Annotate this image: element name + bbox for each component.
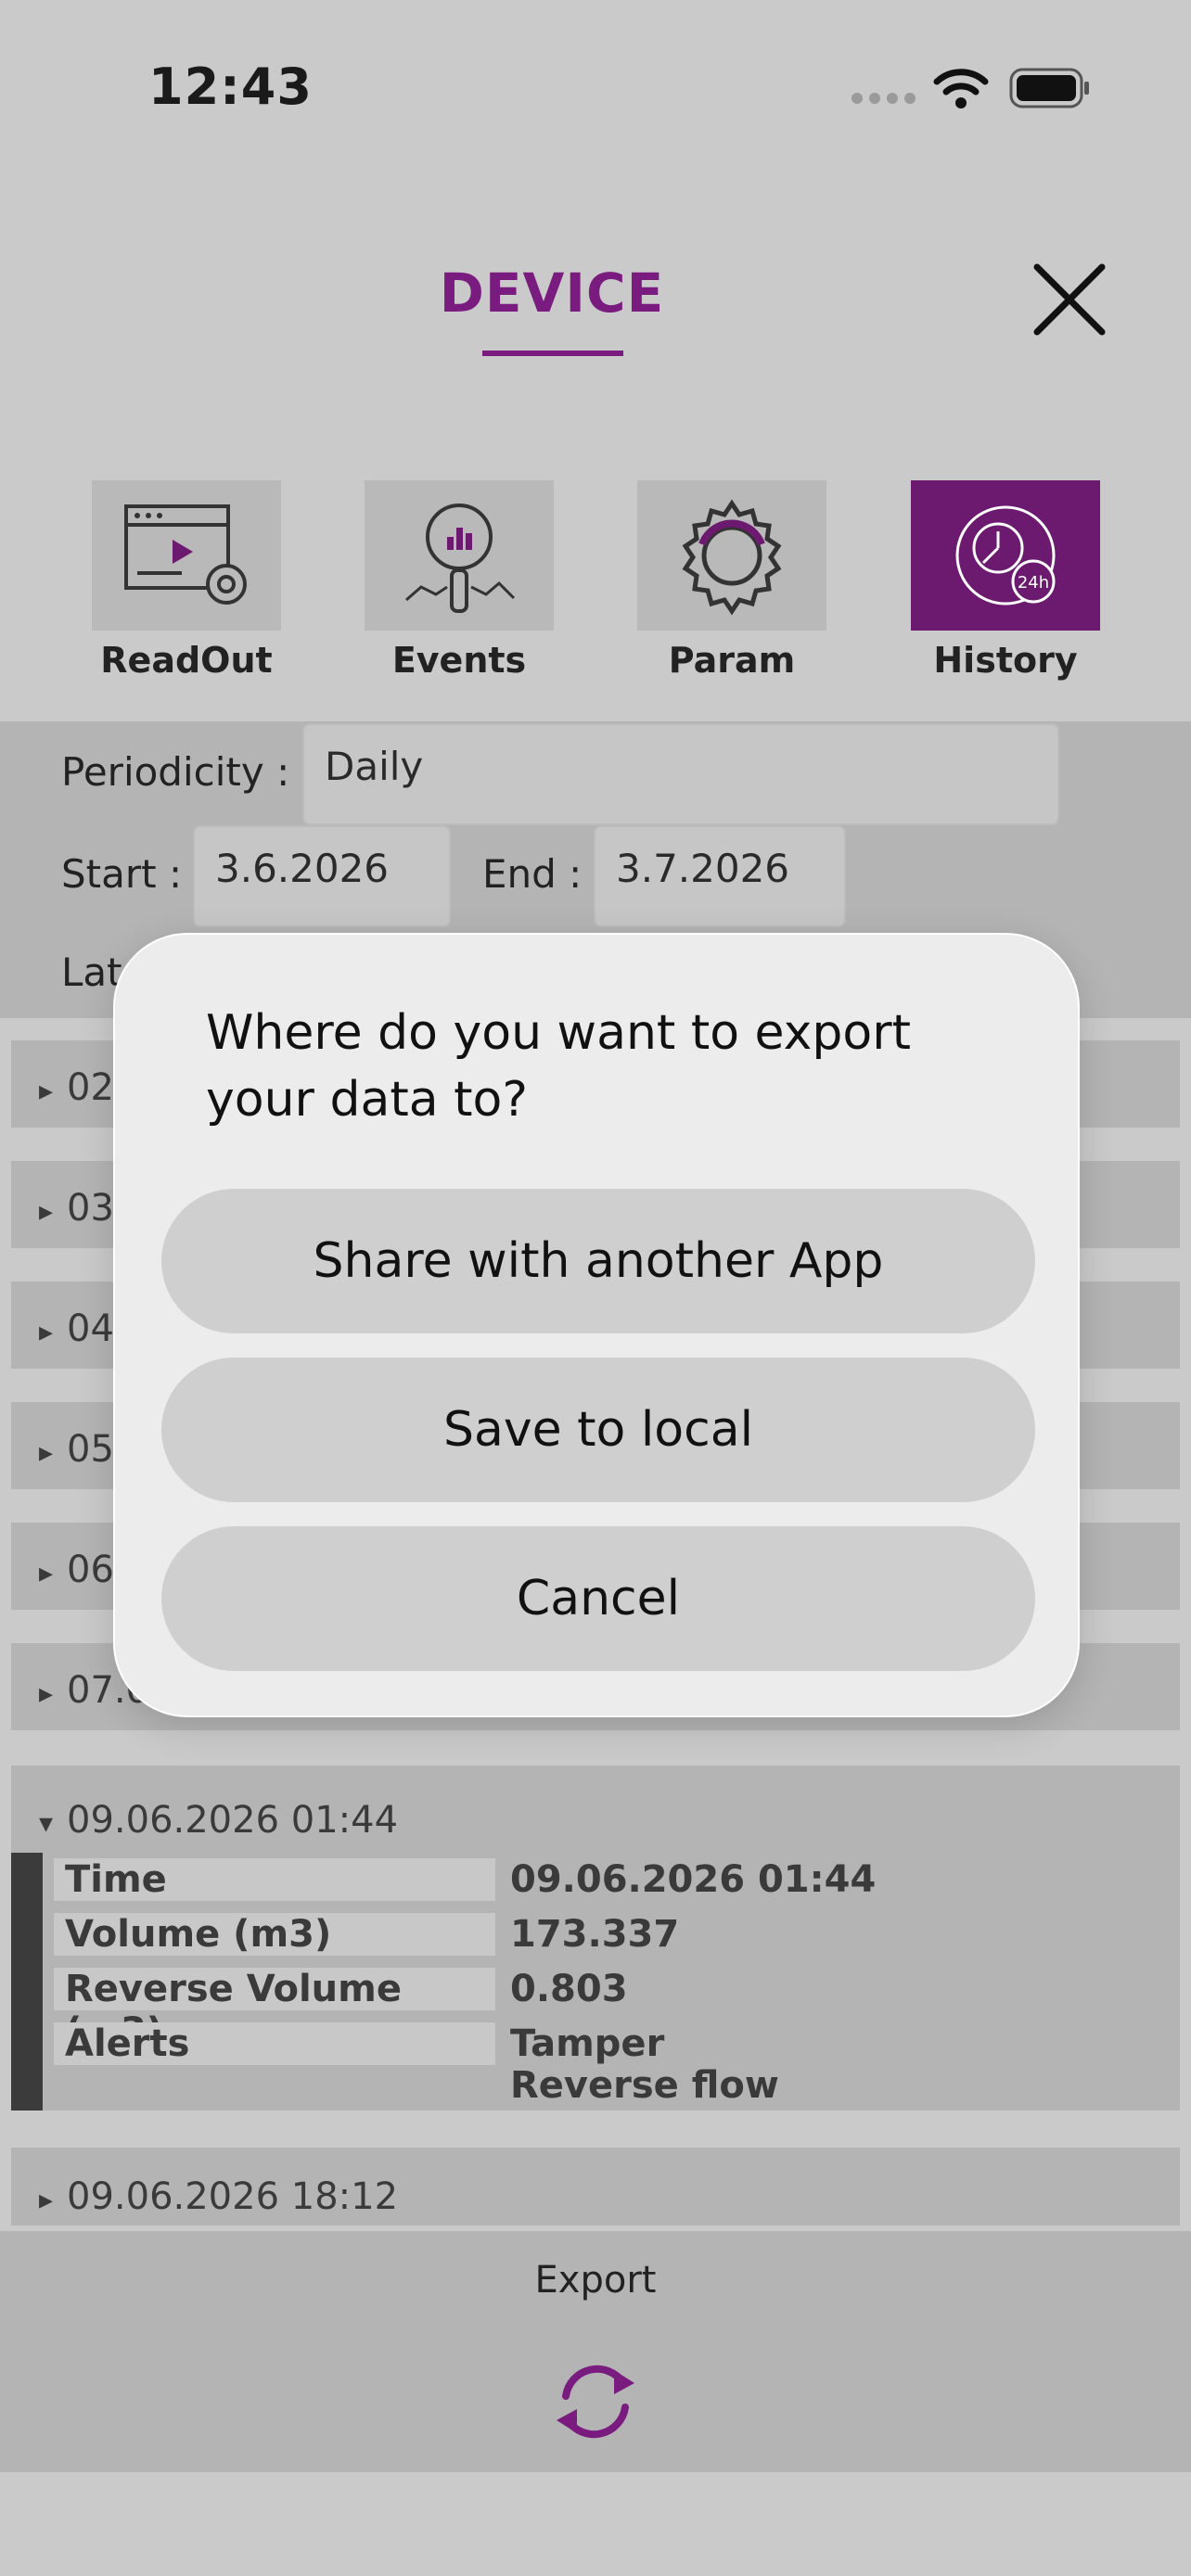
collapse-triangle-icon: ▾ xyxy=(39,1807,54,1840)
start-label: Start : xyxy=(61,851,183,897)
field-key: Volume (m3) xyxy=(54,1913,495,1956)
svg-text:24h: 24h xyxy=(1018,573,1049,593)
title-underline xyxy=(482,351,623,356)
tab-events[interactable]: Events xyxy=(365,480,554,681)
field-key: Time xyxy=(54,1858,495,1901)
export-dialog: Where do you want to export your data to… xyxy=(113,933,1080,1717)
tab-readout-label: ReadOut xyxy=(100,640,273,681)
page-title: DEVICE xyxy=(439,261,665,325)
refresh-icon[interactable] xyxy=(549,2355,642,2448)
expand-triangle-icon: ▸ xyxy=(39,2184,54,2216)
cellular-signal-icon xyxy=(852,93,916,106)
field-value-secondary: Reverse flow xyxy=(510,2064,779,2107)
expand-triangle-icon: ▸ xyxy=(39,1316,54,1348)
dialog-message: Where do you want to export your data to… xyxy=(206,1005,911,1128)
status-time: 12:43 xyxy=(148,57,313,116)
expanded-entry-title: 09.06.2026 01:44 xyxy=(67,1799,399,1842)
share-with-app-button[interactable]: Share with another App xyxy=(161,1189,1035,1333)
field-value: 173.337 xyxy=(510,1913,680,1956)
row-label: 03 xyxy=(67,1187,114,1230)
start-date-field[interactable]: 3.6.2026 xyxy=(193,825,451,927)
events-icon xyxy=(365,480,554,631)
row-label: 02 xyxy=(67,1066,114,1109)
expand-triangle-icon: ▸ xyxy=(39,1677,54,1710)
tab-param[interactable]: Param xyxy=(637,480,826,681)
expanded-entry-header[interactable]: ▾ 09.06.2026 01:44 xyxy=(11,1766,1180,1842)
expand-triangle-icon: ▸ xyxy=(39,1075,54,1107)
expand-triangle-icon: ▸ xyxy=(39,1557,54,1589)
battery-icon xyxy=(1009,68,1089,108)
field-key: Alerts xyxy=(54,2022,495,2065)
periodicity-select[interactable]: Daily xyxy=(302,723,1059,825)
row-label: 04 xyxy=(67,1307,114,1350)
tab-events-label: Events xyxy=(391,640,527,681)
field-value: 09.06.2026 01:44 xyxy=(510,1858,877,1901)
readout-icon xyxy=(92,480,281,631)
expand-triangle-icon: ▸ xyxy=(39,1195,54,1228)
param-icon xyxy=(637,480,826,631)
tab-history-label: History xyxy=(933,640,1078,681)
tab-readout[interactable]: ReadOut xyxy=(92,480,281,681)
export-button[interactable]: Export xyxy=(0,2259,1191,2302)
row-label: 05 xyxy=(67,1428,114,1471)
save-to-local-button[interactable]: Save to local xyxy=(161,1358,1035,1502)
tab-param-label: Param xyxy=(668,640,796,681)
end-label: End : xyxy=(482,851,583,897)
field-value: 0.803 xyxy=(510,1968,628,2010)
row-label: 09.06.2026 18:12 xyxy=(67,2175,399,2218)
history-row[interactable]: ▸ 09.06.2026 18:12 xyxy=(11,2148,1180,2225)
entry-side-bar xyxy=(11,1853,43,2111)
cancel-button[interactable]: Cancel xyxy=(161,1526,1035,1671)
field-value: Tamper xyxy=(510,2022,665,2065)
wifi-icon xyxy=(933,69,989,108)
history-24h-icon: 24h xyxy=(911,480,1100,631)
row-label: 06 xyxy=(67,1549,114,1591)
periodicity-label: Periodicity : xyxy=(61,749,290,795)
expanded-history-entry: ▾ 09.06.2026 01:44 Time 09.06.2026 01:44 … xyxy=(11,1766,1180,2111)
field-key: Reverse Volume (m3) xyxy=(54,1968,495,2053)
close-icon[interactable] xyxy=(1031,261,1108,338)
expand-triangle-icon: ▸ xyxy=(39,1436,54,1469)
end-date-field[interactable]: 3.7.2026 xyxy=(594,825,846,927)
tab-history[interactable]: 24h History xyxy=(911,480,1100,681)
